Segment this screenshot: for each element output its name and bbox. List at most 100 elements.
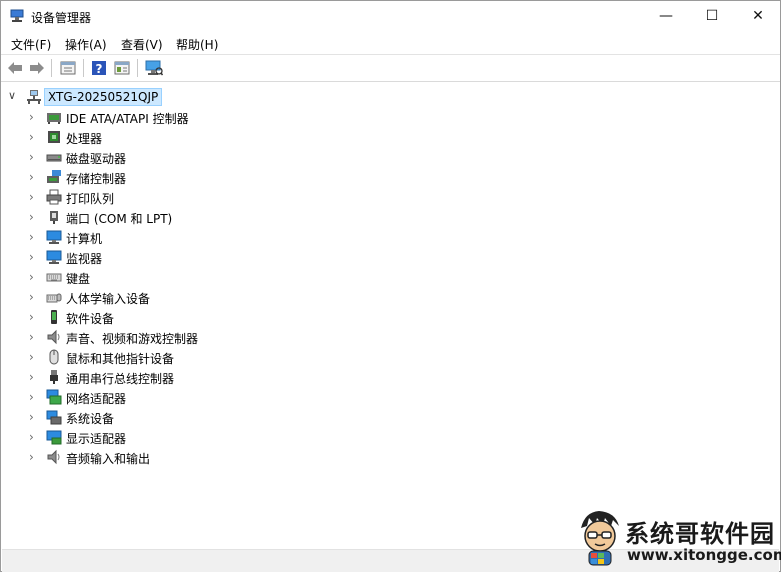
expand-chevron-icon[interactable]: › xyxy=(29,210,34,224)
expand-chevron-icon[interactable]: › xyxy=(29,230,34,244)
properties-icon xyxy=(60,61,76,75)
view-icon xyxy=(114,61,130,75)
expand-chevron-icon[interactable]: › xyxy=(29,430,34,444)
scan-hardware-icon xyxy=(145,60,163,76)
watermark-name: 系统哥软件园 xyxy=(625,520,775,548)
computer-icon xyxy=(27,90,41,104)
expand-chevron-icon[interactable]: › xyxy=(29,350,34,364)
view-button[interactable] xyxy=(112,58,132,78)
tree-node[interactable]: › 通用串行总线控制器 xyxy=(2,367,502,387)
toolbar-separator xyxy=(83,59,84,77)
expand-chevron-icon[interactable]: › xyxy=(29,190,34,204)
expand-chevron-icon[interactable]: › xyxy=(29,170,34,184)
tree-node[interactable]: › 监视器 xyxy=(2,247,502,267)
svg-text:?: ? xyxy=(96,62,103,76)
monitor-icon xyxy=(46,230,62,244)
tree-node[interactable]: › 处理器 xyxy=(2,127,502,147)
expand-chevron-icon[interactable]: › xyxy=(29,290,34,304)
speaker-icon xyxy=(47,329,60,345)
title-bar[interactable]: 设备管理器 — ☐ ✕ xyxy=(1,1,780,31)
tree-node-label: 磁盘驱动器 xyxy=(66,152,127,166)
toolbar-separator xyxy=(51,59,52,77)
tree-node[interactable]: › 声音、视频和游戏控制器 xyxy=(2,327,502,347)
device-manager-app-icon xyxy=(10,9,24,22)
tree-root-node[interactable]: ∨ XTG-20250521QJP xyxy=(2,87,302,107)
device-tree[interactable]: ∨ XTG-20250521QJP › IDE ATA/ATAPI 控制器 › 处理器… xyxy=(2,83,779,549)
back-icon xyxy=(8,62,22,74)
tree-node-label: 监视器 xyxy=(66,252,103,266)
tree-node[interactable]: › 网络适配器 xyxy=(2,387,502,407)
mouse-icon xyxy=(49,349,59,365)
expand-chevron-icon[interactable]: › xyxy=(29,130,34,144)
expand-chevron-icon[interactable]: › xyxy=(29,390,34,404)
tree-node[interactable]: › 软件设备 xyxy=(2,307,502,327)
tree-node-label: 处理器 xyxy=(66,132,103,146)
maximize-icon: ☐ xyxy=(705,8,719,24)
help-icon: ? xyxy=(92,61,106,76)
expand-chevron-icon[interactable]: › xyxy=(29,250,34,264)
expand-chevron-icon[interactable]: › xyxy=(29,330,34,344)
tree-node[interactable]: › 人体学输入设备 xyxy=(2,287,502,307)
tree-node-label: 声音、视频和游戏控制器 xyxy=(66,332,199,346)
keyboard-icon xyxy=(46,273,62,282)
tree-node[interactable]: › 系统设备 xyxy=(2,407,502,427)
maximize-button[interactable]: ☐ xyxy=(689,1,735,31)
tree-node[interactable]: › IDE ATA/ATAPI 控制器 xyxy=(2,107,502,127)
tree-node[interactable]: › 打印队列 xyxy=(2,187,502,207)
expand-chevron-icon[interactable]: › xyxy=(29,310,34,324)
tree-node-label: 打印队列 xyxy=(66,192,115,206)
expand-chevron-icon[interactable]: › xyxy=(29,410,34,424)
tree-node[interactable]: › 鼠标和其他指针设备 xyxy=(2,347,502,367)
port-icon xyxy=(50,211,58,224)
properties-button[interactable] xyxy=(58,58,78,78)
tree-node-label: 软件设备 xyxy=(66,312,115,326)
software-device-icon xyxy=(51,310,57,324)
speaker-icon xyxy=(47,449,60,465)
minimize-icon: — xyxy=(659,8,673,24)
tree-node[interactable]: › 端口 (COM 和 LPT) xyxy=(2,207,502,227)
tree-node-label: 网络适配器 xyxy=(66,392,127,406)
tree-node[interactable]: › 显示适配器 xyxy=(2,427,502,447)
help-button[interactable]: ? xyxy=(89,58,109,78)
usb-icon xyxy=(50,370,58,384)
watermark-logo xyxy=(581,511,619,566)
tree-node-label: 显示适配器 xyxy=(66,432,127,446)
monitor-icon xyxy=(46,250,62,264)
network-icon xyxy=(46,389,62,405)
tree-node[interactable]: › 音频输入和输出 xyxy=(2,447,502,467)
tree-node-label: 端口 (COM 和 LPT) xyxy=(66,212,173,226)
collapse-chevron-icon[interactable]: ∨ xyxy=(8,89,16,102)
processor-icon xyxy=(48,131,60,143)
tree-node[interactable]: › 磁盘驱动器 xyxy=(2,147,502,167)
tree-node[interactable]: › 计算机 xyxy=(2,227,502,247)
expand-chevron-icon[interactable]: › xyxy=(29,150,34,164)
menu-help[interactable]: 帮助(H) xyxy=(176,36,218,53)
disk-drive-icon xyxy=(46,154,62,162)
menu-action[interactable]: 操作(A) xyxy=(65,36,107,53)
tree-node-label: 鼠标和其他指针设备 xyxy=(66,352,175,366)
scan-hardware-button[interactable] xyxy=(144,58,164,78)
expand-chevron-icon[interactable]: › xyxy=(29,270,34,284)
toolbar: ? xyxy=(1,55,780,82)
expand-chevron-icon[interactable]: › xyxy=(29,450,34,464)
watermark: 系统哥软件园 www.xitongge.com xyxy=(573,506,781,568)
forward-button[interactable] xyxy=(27,58,47,78)
expand-chevron-icon[interactable]: › xyxy=(29,110,34,124)
tree-root-label: XTG-20250521QJP xyxy=(44,88,163,106)
system-device-icon xyxy=(46,410,62,425)
tree-node-label: 存储控制器 xyxy=(66,172,127,186)
display-adapter-icon xyxy=(46,430,62,445)
menu-view[interactable]: 查看(V) xyxy=(121,36,163,53)
minimize-button[interactable]: — xyxy=(643,1,689,31)
back-button[interactable] xyxy=(5,58,25,78)
window-title: 设备管理器 xyxy=(31,11,92,25)
ide-controller-icon xyxy=(47,113,61,124)
expand-chevron-icon[interactable]: › xyxy=(29,370,34,384)
tree-node-label: 音频输入和输出 xyxy=(66,452,151,466)
toolbar-separator xyxy=(137,59,138,77)
tree-node-label: IDE ATA/ATAPI 控制器 xyxy=(66,112,189,126)
menu-file[interactable]: 文件(F) xyxy=(11,36,51,53)
close-button[interactable]: ✕ xyxy=(735,1,781,31)
tree-node[interactable]: › 存储控制器 xyxy=(2,167,502,187)
tree-node[interactable]: › 键盘 xyxy=(2,267,502,287)
